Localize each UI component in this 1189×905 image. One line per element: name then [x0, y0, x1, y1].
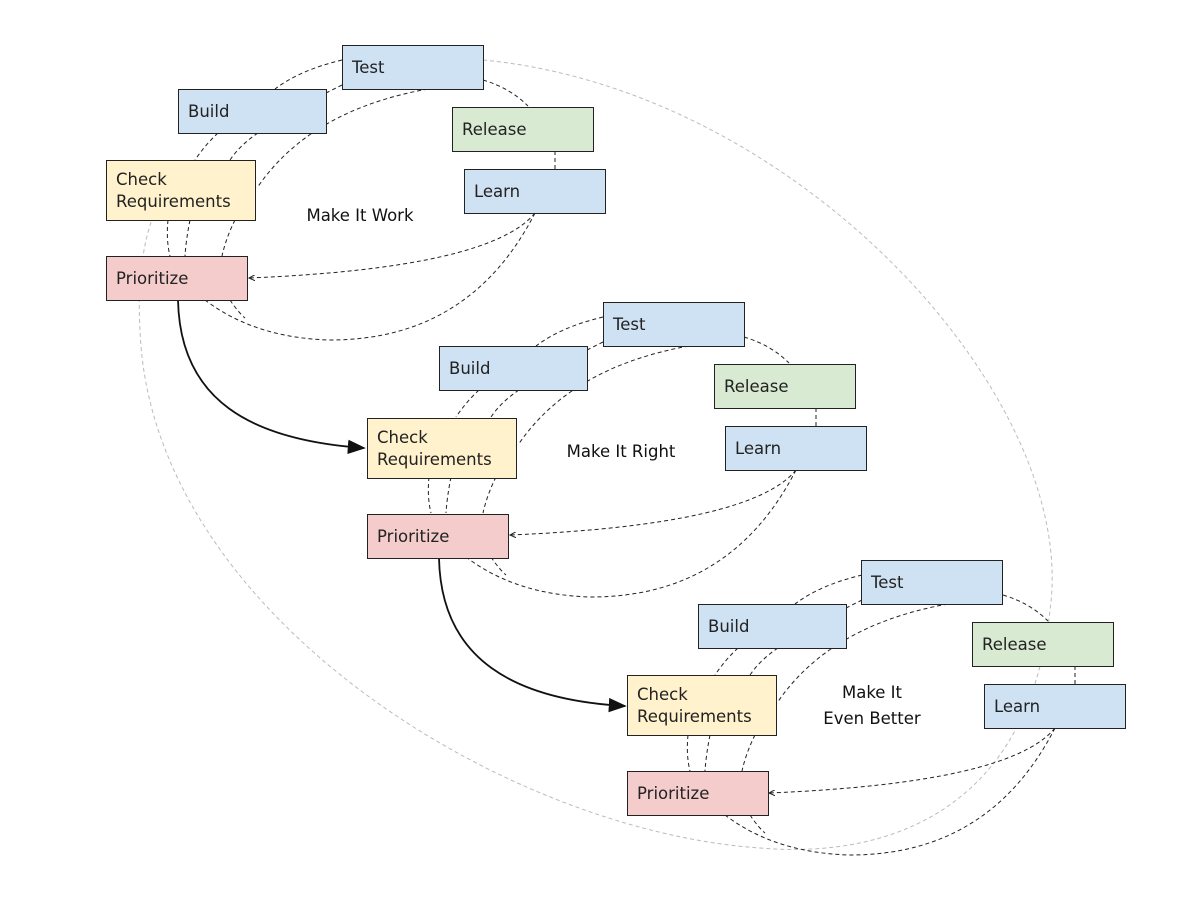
release-label: Release	[982, 634, 1047, 654]
test-box-1: Test	[342, 45, 484, 90]
requirements-label: Requirements	[116, 191, 231, 211]
title-line-1: Make It	[841, 683, 903, 702]
check-to-prioritize-3-connector	[221, 219, 236, 257]
learn-label: Learn	[474, 181, 521, 201]
check-to-prioritize-2-connector	[445, 476, 452, 514]
learn-to-prioritize-connector	[769, 727, 1056, 793]
release-box-2: Release	[714, 364, 856, 409]
test-to-build-2-connector	[845, 599, 863, 609]
test-to-release-connector	[482, 79, 529, 107]
prioritize-label: Prioritize	[116, 268, 189, 288]
prioritize-loop-connector	[229, 299, 246, 319]
build-to-check-connector	[455, 389, 480, 418]
cycle-title-1: Make It Work	[306, 206, 414, 225]
release-box-1: Release	[452, 107, 594, 152]
check-to-prioritize-connector	[686, 734, 691, 772]
test-box-2: Test	[603, 302, 745, 347]
test-box-3: Test	[861, 560, 1003, 605]
check-requirements-box-1: Check Requirements	[106, 160, 256, 221]
prioritize-box-1: Prioritize	[106, 256, 248, 301]
check-to-prioritize-connector	[166, 219, 171, 257]
release-box-3: Release	[972, 622, 1114, 667]
diagram-canvas: Test Build Release Learn Check Requiremen…	[0, 0, 1189, 905]
learn-loop-back-connector	[465, 469, 797, 598]
title-line-2: Even Better	[823, 709, 921, 728]
build-to-check-2-connector	[749, 647, 779, 676]
build-to-check-connector	[194, 132, 219, 161]
requirements-label: Requirements	[637, 706, 752, 726]
check-label: Check	[377, 427, 428, 447]
test-to-release-connector	[1002, 594, 1049, 622]
check-to-prioritize-3-connector	[741, 734, 756, 772]
transition-arrow-2	[438, 557, 627, 713]
build-label: Build	[708, 616, 750, 636]
prioritize-label: Prioritize	[637, 783, 710, 803]
requirements-label: Requirements	[377, 449, 492, 469]
build-label: Build	[188, 101, 230, 121]
prioritize-loop-connector	[749, 814, 766, 834]
learn-box-1: Learn	[464, 169, 606, 214]
check-label: Check	[637, 684, 688, 704]
check-to-prioritize-connector	[427, 476, 432, 514]
build-to-check-2-connector	[229, 132, 259, 161]
learn-box-3: Learn	[984, 684, 1126, 729]
test-label: Test	[613, 314, 646, 334]
build-box-1: Build	[178, 89, 327, 134]
test-to-release-connector	[743, 336, 790, 364]
test-label: Test	[871, 572, 904, 592]
learn-label: Learn	[735, 438, 782, 458]
check-to-prioritize-2-connector	[704, 734, 711, 772]
prioritize-loop-connector	[490, 556, 507, 576]
check-label: Check	[116, 169, 167, 189]
build-to-check-connector	[714, 647, 739, 676]
cycle-title-3: Make It Even Better	[810, 680, 934, 732]
prioritize-label: Prioritize	[377, 526, 450, 546]
check-requirements-box-2: Check Requirements	[367, 418, 517, 479]
release-label: Release	[724, 376, 789, 396]
test-to-build-2-connector	[586, 341, 604, 351]
build-to-check-2-connector	[490, 389, 520, 418]
prioritize-box-2: Prioritize	[367, 514, 509, 559]
test-to-build-connector	[535, 316, 604, 347]
learn-loop-back-connector	[204, 212, 536, 341]
test-to-build-connector	[794, 574, 863, 605]
build-box-3: Build	[698, 604, 847, 649]
transition-arrow-1	[177, 299, 366, 455]
test-to-build-2-connector	[325, 84, 343, 94]
test-to-build-connector	[274, 59, 343, 90]
build-label: Build	[449, 358, 491, 378]
check-to-prioritize-3-connector	[482, 476, 497, 514]
prioritize-box-3: Prioritize	[627, 771, 769, 816]
learn-box-2: Learn	[725, 426, 867, 471]
build-box-2: Build	[439, 346, 588, 391]
test-label: Test	[352, 57, 385, 77]
release-label: Release	[462, 119, 527, 139]
check-to-prioritize-2-connector	[184, 219, 191, 257]
learn-label: Learn	[994, 696, 1041, 716]
cycle-title-2: Make It Right	[566, 442, 676, 461]
learn-to-prioritize-connector	[510, 469, 797, 535]
check-requirements-box-3: Check Requirements	[627, 675, 777, 736]
